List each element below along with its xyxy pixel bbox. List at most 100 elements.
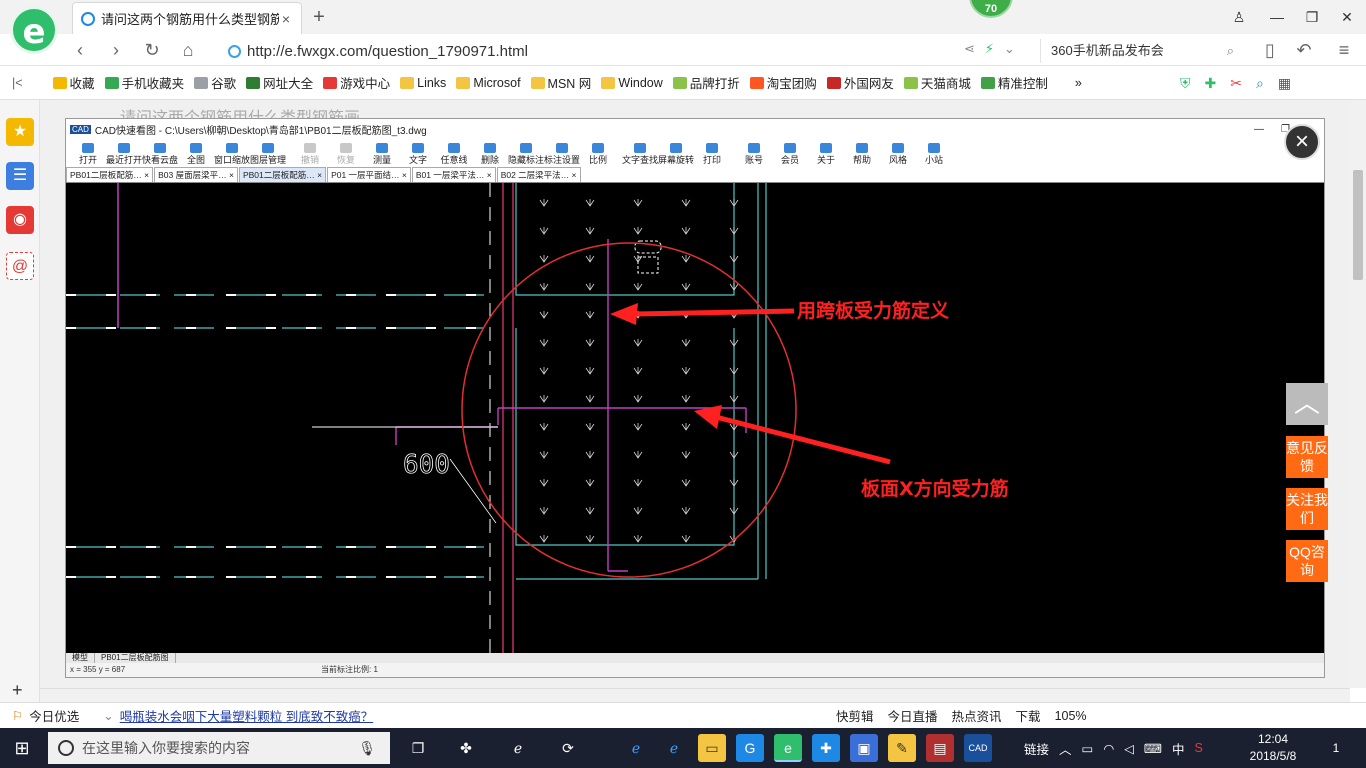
ime-indicator[interactable]: 中 [1172, 739, 1185, 758]
news-label[interactable]: 今日优选 [29, 706, 79, 725]
cad-viewer-taskbar-icon[interactable]: CAD [964, 734, 992, 762]
email-icon[interactable]: @ [6, 252, 34, 280]
viewer-tool-button[interactable]: 关于 [808, 143, 844, 167]
news-tool-item[interactable]: 今日直播 [888, 706, 938, 725]
viewer-file-tab[interactable]: B03 屋面层梁平… × [154, 167, 238, 182]
task-view-icon[interactable]: ❐ [404, 734, 432, 762]
edge-icon[interactable]: ℯ [622, 734, 650, 762]
cad-drawing-canvas[interactable]: 600 用跨板受力筋定义 板面X方向受力筋 [66, 183, 1324, 653]
tray-expand-icon[interactable]: ︿ [1059, 739, 1072, 758]
restore-button[interactable]: ❐ [1295, 4, 1329, 30]
ie-icon[interactable]: ℯ [504, 734, 532, 762]
reload-icon[interactable]: ↻ [138, 38, 166, 62]
notes-app-icon[interactable]: ✎ [888, 734, 916, 762]
bookmark-item[interactable]: 品牌打折 [672, 73, 740, 92]
bookmark-item[interactable]: 收藏 [52, 73, 95, 92]
picture-app-icon[interactable]: ▣ [850, 734, 878, 762]
viewer-tool-button[interactable]: 文字查找 [622, 143, 658, 167]
viewer-tool-button[interactable]: 删除 [472, 143, 508, 167]
battery-icon[interactable]: ▭ [1082, 741, 1094, 756]
360-security-icon[interactable]: G [736, 734, 764, 762]
bookmark-item[interactable]: Window [601, 73, 663, 92]
undo-icon[interactable]: ↶ [1290, 38, 1318, 62]
plus-tool-icon[interactable]: ✚ [1205, 75, 1217, 92]
sidebar-toggle-icon[interactable]: |< [12, 76, 23, 90]
viewer-tool-button[interactable]: 测量 [364, 143, 400, 167]
scissors-icon[interactable]: ✂ [1230, 75, 1242, 92]
news-tool-item[interactable]: 下载 [1016, 706, 1041, 725]
tab-close-icon[interactable]: × [279, 11, 293, 27]
news-tool-item[interactable]: 快剪辑 [836, 706, 874, 725]
windows-start-icon[interactable]: ⊞ [0, 728, 44, 768]
viewer-file-tab[interactable]: PB01二层板配筋… × [238, 167, 327, 182]
vertical-scrollbar[interactable] [1350, 100, 1366, 688]
minimize-button[interactable]: — [1260, 4, 1294, 30]
viewer-tool-button[interactable]: 隐藏标注 [508, 143, 544, 167]
news-tool-item[interactable]: 105% [1055, 709, 1087, 723]
news-headline-link[interactable]: 喝瓶装水会咽下大量塑料颗粒 到底致不致癌？ [120, 706, 373, 725]
find-icon[interactable]: ⌕ [1256, 75, 1264, 92]
ie-blue-icon[interactable]: ℯ [660, 734, 688, 762]
viewer-file-tab[interactable]: PB01二层板配筋… × [66, 167, 154, 182]
viewer-tool-button[interactable]: 屏幕旋转 [658, 143, 694, 167]
viewer-file-tab[interactable]: B01 一层梁平法… × [411, 167, 496, 182]
mobile-icon[interactable]: ▯ [1256, 38, 1284, 62]
bookmark-item[interactable]: 淘宝团购 [749, 73, 817, 92]
new-tab-button[interactable]: + [306, 4, 332, 30]
lightning-icon[interactable]: ⚡ [985, 41, 994, 61]
menu-icon[interactable]: ≡ [1330, 38, 1358, 62]
taskbar-search-input[interactable]: 在这里输入你要搜索的内容 🎙 [48, 732, 390, 764]
sogou-icon[interactable]: S [1194, 741, 1202, 755]
tray-links-label[interactable]: 链接 [1024, 739, 1049, 758]
viewer-tool-button[interactable]: 快看云盘 [142, 143, 178, 167]
bookmark-item[interactable]: 谷歌 [194, 73, 236, 92]
feedback-button[interactable]: 意见反馈 [1286, 436, 1328, 478]
add-sidebar-icon[interactable]: + [12, 680, 23, 701]
notification-center-icon[interactable]: 1 [1322, 734, 1350, 762]
horizontal-scrollbar[interactable] [40, 688, 1350, 702]
viewer-minimize-icon[interactable]: — [1254, 124, 1264, 135]
pinwheel-app-icon[interactable]: ✤ [452, 734, 480, 762]
bookmark-item[interactable]: 游戏中心 [323, 73, 390, 92]
viewer-tool-button[interactable]: 窗口缩放 [214, 143, 250, 167]
scrollbar-thumb[interactable] [1353, 170, 1363, 280]
keyboard-icon[interactable]: ⌨ [1144, 741, 1162, 756]
microphone-icon[interactable]: 🎙 [358, 732, 376, 764]
bookmark-item[interactable]: 天猫商城 [903, 73, 971, 92]
qq-consult-button[interactable]: QQ咨询 [1286, 540, 1328, 582]
site-info-icon[interactable] [228, 44, 241, 58]
viewer-tool-button[interactable]: 撤销 [292, 143, 328, 167]
news-tool-item[interactable]: 热点资讯 [952, 706, 1002, 725]
viewer-file-tab[interactable]: P01 一层平面结… × [327, 167, 411, 182]
viewer-tool-button[interactable]: 文字 [400, 143, 436, 167]
url-field[interactable]: http://e.fwxgx.com/question_1790971.html [228, 40, 948, 62]
volume-icon[interactable]: ◁ [1124, 741, 1134, 756]
viewer-tool-button[interactable]: 帮助 [844, 143, 880, 167]
reader-icon[interactable]: ☰ [6, 162, 34, 190]
viewer-tool-button[interactable]: 恢复 [328, 143, 364, 167]
search-icon[interactable]: ⌕ [1227, 39, 1234, 63]
spiral-app-icon[interactable]: ⟳ [554, 734, 582, 762]
browser-tab[interactable]: 请问这两个钢筋用什么类型钢筋画 × [72, 2, 302, 34]
layout-tab[interactable]: PB01二层板配筋图 [95, 653, 176, 663]
viewer-tool-button[interactable]: 打印 [694, 143, 730, 167]
bookmark-item[interactable]: MSN 网 [530, 73, 591, 92]
app-grid-icon[interactable]: ✚ [812, 734, 840, 762]
weibo-icon[interactable]: ◉ [6, 206, 34, 234]
close-image-button[interactable]: × [1284, 124, 1320, 160]
shield-icon[interactable]: ⛨ [1180, 75, 1191, 92]
share-icon[interactable]: ⋖ [964, 41, 975, 61]
news-dropdown-icon[interactable]: ⌄ [103, 708, 113, 723]
browser-logo-icon[interactable]: e [10, 6, 58, 54]
viewer-tool-button[interactable]: 最近打开 [106, 143, 142, 167]
back-to-top-button[interactable]: ︿ [1286, 383, 1328, 425]
apps-icon[interactable]: ▦ [1278, 75, 1291, 92]
viewer-tool-button[interactable]: 标注设置 [544, 143, 580, 167]
favorites-star-icon[interactable]: ★ [6, 118, 34, 146]
bookmark-item[interactable]: » [1057, 73, 1082, 92]
file-explorer-icon[interactable]: ▭ [698, 734, 726, 762]
layout-tab[interactable]: 模型 [66, 653, 95, 663]
bookmark-item[interactable]: 精准控制 [980, 73, 1048, 92]
skin-icon[interactable]: ♙ [1222, 4, 1256, 30]
back-icon[interactable]: ‹ [66, 38, 94, 62]
